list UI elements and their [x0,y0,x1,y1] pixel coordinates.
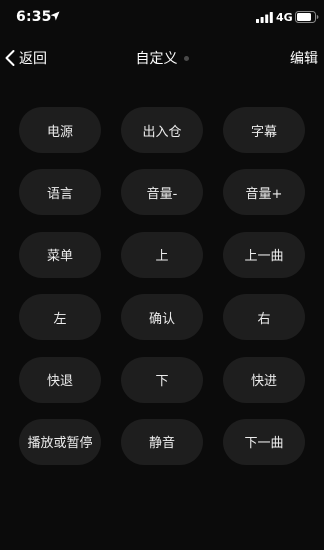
title-indicator-dot [183,56,189,61]
key-volume-up[interactable]: 音量+ [223,169,305,216]
key-eject[interactable]: 出入仓 [121,107,203,153]
signal-bars-icon [256,12,273,23]
key-fast-forward[interactable]: 快进 [223,356,305,403]
key-mute[interactable]: 静音 [121,418,203,465]
location-arrow-icon [50,11,60,21]
edit-button[interactable]: 编辑 [290,44,318,72]
navigation-bar: 返回 自定义 编辑 [0,36,324,80]
key-left[interactable]: 左 [19,294,101,341]
key-down[interactable]: 下 [121,356,203,403]
key-right[interactable]: 右 [223,294,305,341]
key-volume-down[interactable]: 音量- [121,169,203,216]
page-title: 自定义 [135,51,178,67]
key-previous-track[interactable]: 上一曲 [223,231,305,278]
key-rewind[interactable]: 快退 [19,356,101,403]
status-bar: 6:35 4G [0,0,324,36]
network-type: 4G [276,11,293,24]
status-time: 6:35 [16,9,52,25]
key-menu[interactable]: 菜单 [19,231,101,278]
chevron-left-icon [5,50,15,66]
key-language[interactable]: 语言 [19,169,101,216]
key-subtitle[interactable]: 字幕 [223,107,305,153]
key-confirm[interactable]: 确认 [121,294,203,341]
back-button[interactable]: 返回 [4,44,47,72]
remote-key-grid: 电源 出入仓 字幕 语言 音量- 音量+ 菜单 上 上一曲 左 确认 右 快退 … [19,107,305,465]
key-play-pause[interactable]: 播放或暂停 [19,418,101,465]
back-label: 返回 [19,51,47,67]
key-next-track[interactable]: 下一曲 [223,418,305,465]
key-power[interactable]: 电源 [19,107,101,153]
battery-icon [295,11,319,23]
key-up[interactable]: 上 [121,231,203,278]
page-title-area: 自定义 [0,36,324,80]
